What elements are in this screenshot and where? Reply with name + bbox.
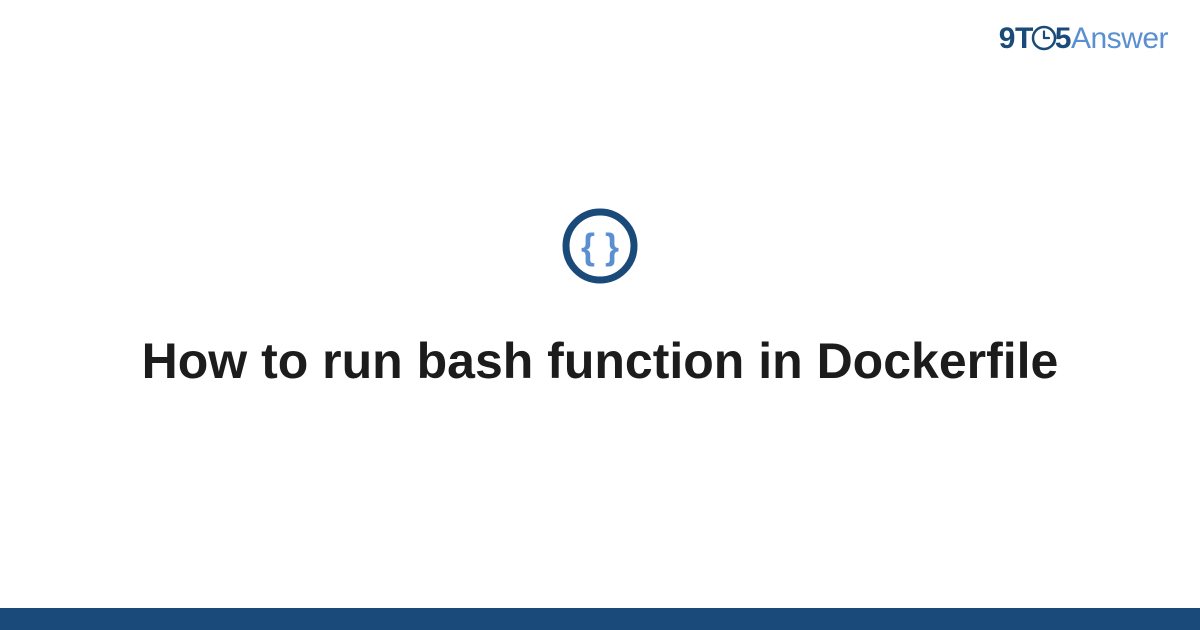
footer-accent-bar [0, 608, 1200, 630]
main-content: { } How to run bash function in Dockerfi… [0, 0, 1200, 630]
svg-text:{ }: { } [581, 226, 619, 267]
article-title: How to run bash function in Dockerfile [142, 329, 1059, 393]
code-braces-icon: { } [561, 207, 639, 285]
